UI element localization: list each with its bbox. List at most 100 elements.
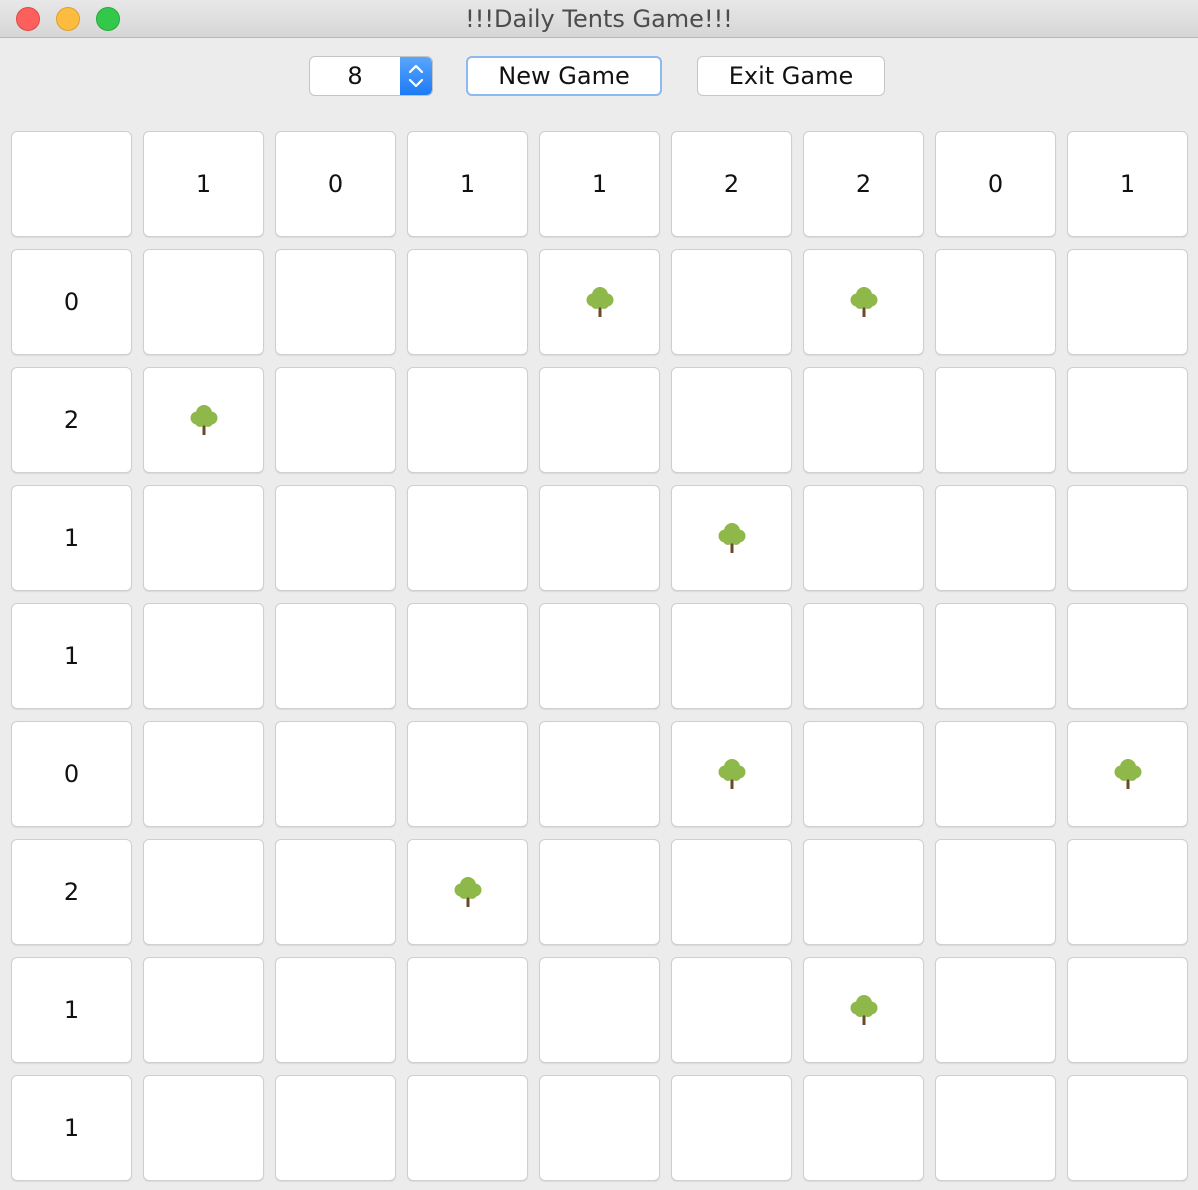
empty-cell[interactable] (935, 721, 1056, 827)
empty-cell[interactable] (671, 249, 792, 355)
tree-icon (718, 759, 745, 789)
empty-cell[interactable] (407, 249, 528, 355)
column-clue: 2 (803, 131, 924, 237)
board-size-value[interactable]: 8 (310, 57, 400, 95)
tree-icon (190, 405, 217, 435)
tree-icon (454, 877, 481, 907)
empty-cell[interactable] (143, 603, 264, 709)
tree-cell (803, 957, 924, 1063)
empty-cell[interactable] (275, 249, 396, 355)
row-clue: 1 (11, 603, 132, 709)
empty-cell[interactable] (671, 839, 792, 945)
empty-cell[interactable] (143, 1075, 264, 1181)
empty-cell[interactable] (671, 957, 792, 1063)
empty-cell[interactable] (539, 839, 660, 945)
empty-cell[interactable] (407, 957, 528, 1063)
empty-cell[interactable] (539, 485, 660, 591)
up-down-chevron-icon (408, 64, 424, 88)
empty-cell[interactable] (935, 485, 1056, 591)
exit-game-button[interactable]: Exit Game (697, 56, 885, 96)
empty-cell[interactable] (539, 721, 660, 827)
empty-cell[interactable] (539, 367, 660, 473)
empty-cell[interactable] (539, 1075, 660, 1181)
empty-cell[interactable] (803, 367, 924, 473)
empty-cell[interactable] (275, 603, 396, 709)
empty-cell[interactable] (935, 1075, 1056, 1181)
column-clue: 1 (143, 131, 264, 237)
toolbar: 8 New Game Exit Game (0, 38, 1198, 118)
empty-cell[interactable] (803, 839, 924, 945)
title-bar[interactable]: !!!Daily Tents Game!!! (0, 0, 1198, 38)
empty-cell[interactable] (1067, 485, 1188, 591)
column-clue: 1 (539, 131, 660, 237)
row-clue: 2 (11, 367, 132, 473)
tree-cell (803, 249, 924, 355)
game-window: !!!Daily Tents Game!!! 8 New Game Exit G… (0, 0, 1198, 1190)
column-clue: 1 (407, 131, 528, 237)
empty-cell[interactable] (407, 721, 528, 827)
column-clue: 0 (275, 131, 396, 237)
empty-cell[interactable] (407, 485, 528, 591)
empty-cell[interactable] (1067, 367, 1188, 473)
empty-cell[interactable] (935, 839, 1056, 945)
empty-cell[interactable] (143, 249, 264, 355)
tree-cell (539, 249, 660, 355)
empty-cell[interactable] (671, 603, 792, 709)
empty-cell[interactable] (539, 957, 660, 1063)
empty-cell[interactable] (407, 367, 528, 473)
tree-cell (671, 485, 792, 591)
empty-cell[interactable] (1067, 1075, 1188, 1181)
new-game-button[interactable]: New Game (466, 56, 662, 96)
empty-cell[interactable] (1067, 603, 1188, 709)
empty-cell[interactable] (671, 1075, 792, 1181)
row-clue: 2 (11, 839, 132, 945)
window-title: !!!Daily Tents Game!!! (465, 5, 733, 33)
tree-icon (1114, 759, 1141, 789)
column-clue: 1 (1067, 131, 1188, 237)
row-clue: 1 (11, 1075, 132, 1181)
empty-cell[interactable] (671, 367, 792, 473)
empty-cell[interactable] (803, 1075, 924, 1181)
tree-cell (143, 367, 264, 473)
row-clue: 1 (11, 957, 132, 1063)
empty-cell[interactable] (407, 1075, 528, 1181)
empty-cell[interactable] (935, 249, 1056, 355)
empty-cell[interactable] (539, 603, 660, 709)
row-clue: 1 (11, 485, 132, 591)
column-clue: 2 (671, 131, 792, 237)
tree-icon (586, 287, 613, 317)
empty-cell[interactable] (275, 721, 396, 827)
empty-cell[interactable] (1067, 957, 1188, 1063)
tree-icon (850, 287, 877, 317)
empty-cell[interactable] (143, 839, 264, 945)
empty-cell[interactable] (1067, 839, 1188, 945)
empty-cell[interactable] (935, 367, 1056, 473)
row-clue: 0 (11, 721, 132, 827)
empty-cell[interactable] (275, 957, 396, 1063)
tree-icon (850, 995, 877, 1025)
empty-cell[interactable] (935, 603, 1056, 709)
empty-cell[interactable] (275, 1075, 396, 1181)
empty-cell[interactable] (275, 367, 396, 473)
empty-cell[interactable] (275, 485, 396, 591)
corner-cell (11, 131, 132, 237)
row-clue: 0 (11, 249, 132, 355)
empty-cell[interactable] (407, 603, 528, 709)
empty-cell[interactable] (803, 721, 924, 827)
tree-cell (1067, 721, 1188, 827)
empty-cell[interactable] (803, 603, 924, 709)
tree-icon (718, 523, 745, 553)
empty-cell[interactable] (143, 721, 264, 827)
empty-cell[interactable] (803, 485, 924, 591)
tree-cell (671, 721, 792, 827)
tree-cell (407, 839, 528, 945)
empty-cell[interactable] (275, 839, 396, 945)
game-board: 1011220102110211 (11, 131, 1189, 1181)
column-clue: 0 (935, 131, 1056, 237)
empty-cell[interactable] (143, 957, 264, 1063)
empty-cell[interactable] (935, 957, 1056, 1063)
empty-cell[interactable] (1067, 249, 1188, 355)
empty-cell[interactable] (143, 485, 264, 591)
board-size-spinner[interactable]: 8 (309, 56, 433, 96)
size-stepper[interactable] (400, 57, 432, 95)
